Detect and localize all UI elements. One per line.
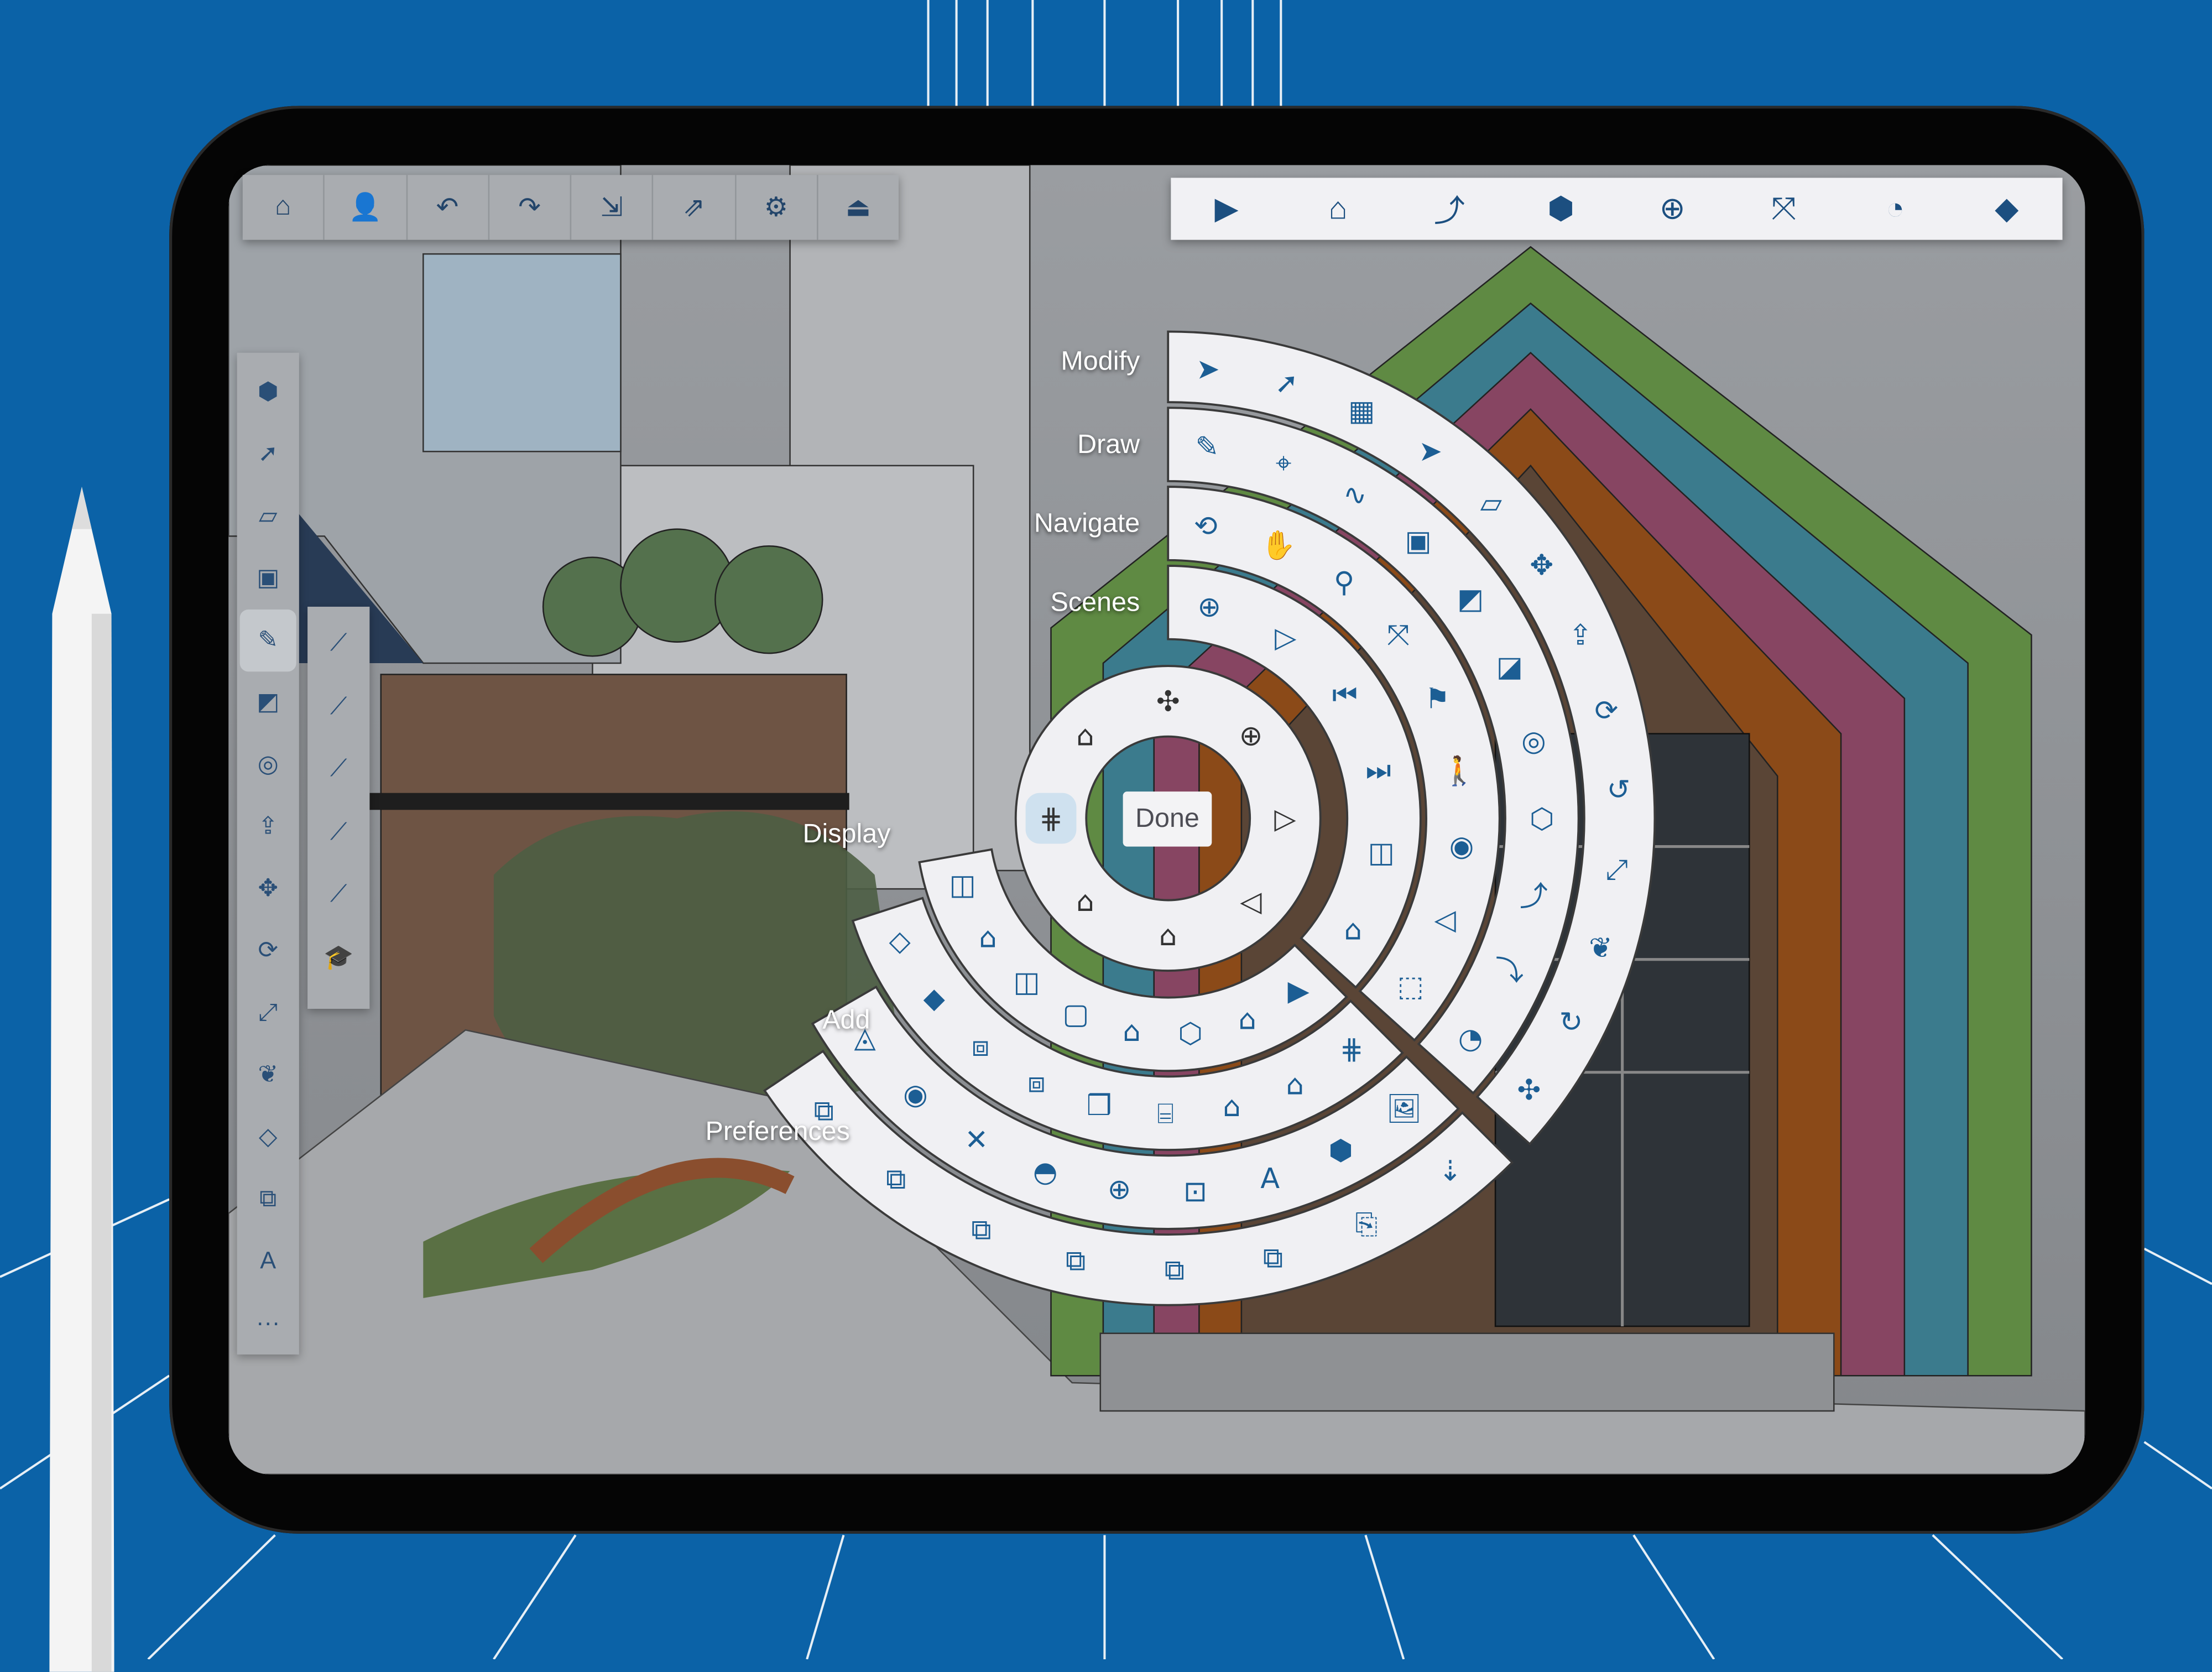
guides-icon[interactable]: ⋕ <box>1039 803 1063 835</box>
ring-label-scenes: Scenes <box>1050 588 1140 618</box>
add-circle-icon[interactable]: ⊕ <box>1239 720 1263 753</box>
freehand-icon[interactable]: ∿ <box>1343 479 1367 512</box>
play-icon[interactable]: ▷ <box>1275 622 1297 654</box>
zoom-extents-icon[interactable]: ⤧ <box>1387 618 1410 651</box>
next-scene-icon[interactable]: ⏭ <box>1366 754 1391 787</box>
cylinder-icon[interactable]: ⌸ <box>1157 1098 1174 1131</box>
copy-icon[interactable]: ⧉ <box>1263 1242 1283 1274</box>
box-outline-icon[interactable]: ⬡ <box>1178 1018 1203 1050</box>
select-arrow-icon[interactable]: ➤ <box>1196 353 1220 386</box>
ring-label-navigate: Navigate <box>1034 509 1140 539</box>
lasso-icon[interactable]: ➚ <box>1275 367 1298 400</box>
elevation-icon[interactable]: ◫ <box>950 869 976 902</box>
section-plane-icon[interactable]: ◇ <box>889 925 911 958</box>
position-camera-icon[interactable]: ⚑ <box>1425 683 1450 716</box>
rectangle-icon[interactable]: ◩ <box>1457 583 1484 616</box>
axes-icon[interactable]: ⊕ <box>1108 1174 1131 1206</box>
group-icon[interactable]: ⧈ <box>1027 1067 1045 1100</box>
push-pull-icon[interactable]: ⇪ <box>1569 619 1593 652</box>
black-house-icon[interactable]: ⌂ <box>1076 886 1094 918</box>
field-of-view-icon[interactable]: ◁ <box>1240 886 1262 918</box>
circle-icon[interactable]: ◎ <box>1521 725 1546 758</box>
text-3d-icon[interactable]: A <box>1260 1163 1280 1195</box>
guides-icon[interactable]: ⋕ <box>1340 1034 1364 1066</box>
component-icon[interactable]: ⬢ <box>1328 1134 1353 1167</box>
scale-icon[interactable]: ⤢ <box>1605 853 1628 886</box>
section-icon[interactable]: ◫ <box>1368 836 1395 869</box>
protractor-icon[interactable]: ◓ <box>1033 1156 1058 1189</box>
done-button[interactable]: Done <box>1123 791 1212 847</box>
pie-icon[interactable]: ◔ <box>1458 1023 1483 1055</box>
marketing-stage: ⌂ 👤 ↶ ↷ ⇲ ⇗ ⚙ ⏏ ▶ ⌂ ⤴ ⬢ ⊕ ⤧ ◔ ◆ ⬢ ➚ ▱ ▣ ✎ ◩ ◎ ⇪ ✥ ⟳ ⤢ ❦ ◇ ⧉ A ··· ⟋ ⟋ ⟋… <box>0 0 2212 1672</box>
frame-icon[interactable]: ▢ <box>1062 998 1089 1030</box>
look-around-icon[interactable]: ◉ <box>1449 830 1474 863</box>
radial-tool-menu: ➤ ➚▦➤▱✥⇪⟳↺⤢❦↻✣✎ ⌖∿▣◩◪◎⬡⤴⤵◔⟲✋⚲⤧⚑🚶◉◁⬚⊕▷⏮⏭◫⌂▶… <box>763 330 1656 1306</box>
previous-scene-icon[interactable]: ⏮ <box>1332 679 1358 712</box>
house-outline-icon[interactable]: ⌂ <box>979 922 997 955</box>
house-outline-icon[interactable]: ⌂ <box>1076 720 1094 753</box>
view-cube-icon[interactable]: ⬚ <box>1397 971 1424 1003</box>
select-grid-icon[interactable]: ▦ <box>1348 395 1375 428</box>
move-axes-icon[interactable]: ✣ <box>1156 686 1180 718</box>
image-icon[interactable]: 🖼 <box>1386 1093 1422 1126</box>
play-circle-icon[interactable]: ▷ <box>1274 803 1296 835</box>
paint-tag-icon[interactable]: ⎘ <box>1355 1209 1378 1241</box>
orbit-icon[interactable]: ⟲ <box>1194 511 1218 543</box>
shaded-house-icon[interactable]: ⌂ <box>1159 920 1177 952</box>
dimension-icon[interactable]: ✕ <box>964 1124 988 1157</box>
zoom-icon[interactable]: ⚲ <box>1334 566 1354 599</box>
polygon-icon[interactable]: ⬡ <box>1530 803 1554 835</box>
ring-label-add: Add <box>822 1006 870 1036</box>
ring-label-display: Display <box>802 820 891 850</box>
copy-icon[interactable]: ⧉ <box>886 1163 906 1196</box>
offset-icon[interactable]: ↻ <box>1559 1006 1583 1039</box>
boxes-icon[interactable]: ❒ <box>1087 1090 1112 1122</box>
rotate-icon[interactable]: ⟳ <box>1594 695 1618 727</box>
pan-icon[interactable]: ✋ <box>1261 529 1296 562</box>
move-icon[interactable]: ✥ <box>1530 549 1553 582</box>
eraser-icon[interactable]: ▱ <box>1480 487 1503 520</box>
ring-label-modify: Modify <box>1061 347 1140 377</box>
copy-icon[interactable]: ⧉ <box>1066 1244 1086 1277</box>
component-house-icon[interactable]: ⌂ <box>1123 1015 1140 1048</box>
arc-icon[interactable]: ⤴ <box>1520 881 1548 913</box>
compass-icon[interactable]: ⌖ <box>1276 447 1292 480</box>
field-of-view-icon[interactable]: ◁ <box>1434 904 1457 936</box>
window-icon[interactable]: ◫ <box>1013 966 1040 998</box>
axes-icon[interactable]: ✣ <box>1517 1074 1541 1107</box>
two-point-arc-icon[interactable]: ⤵ <box>1495 955 1524 987</box>
add-scene-icon[interactable]: ⊕ <box>1197 591 1221 623</box>
component-house-icon[interactable]: ⌂ <box>1223 1091 1240 1123</box>
shaded-house-icon[interactable]: ⌂ <box>1286 1069 1304 1102</box>
house-icon[interactable]: ⌂ <box>1344 914 1362 946</box>
tape-measure-icon[interactable]: ◉ <box>903 1079 928 1111</box>
paint-bucket-icon[interactable]: ❦ <box>1589 932 1613 965</box>
box-icon[interactable]: ▣ <box>1405 525 1431 558</box>
box-shaded-icon[interactable]: ◆ <box>924 982 946 1015</box>
label-icon[interactable]: ⊡ <box>1183 1176 1207 1209</box>
house-outline-icon[interactable]: ⌂ <box>1238 1003 1256 1036</box>
follow-me-icon[interactable]: ↺ <box>1606 774 1630 806</box>
rotated-rectangle-icon[interactable]: ◪ <box>1496 650 1523 683</box>
pencil-icon[interactable]: ✎ <box>1196 431 1219 463</box>
walk-icon[interactable]: 🚶 <box>1442 754 1477 788</box>
copy-icon[interactable]: ⧉ <box>971 1214 991 1247</box>
play-scene-icon[interactable]: ▶ <box>1288 975 1310 1007</box>
tape-icon[interactable]: ⇣ <box>1438 1155 1462 1188</box>
component-group-icon[interactable]: ⧈ <box>972 1030 989 1063</box>
copy-icon[interactable]: ⧉ <box>1165 1254 1185 1287</box>
ring-label-preferences: Preferences <box>705 1117 850 1147</box>
ring-label-draw: Draw <box>1077 430 1140 460</box>
select-remove-icon[interactable]: ➤ <box>1418 435 1442 468</box>
